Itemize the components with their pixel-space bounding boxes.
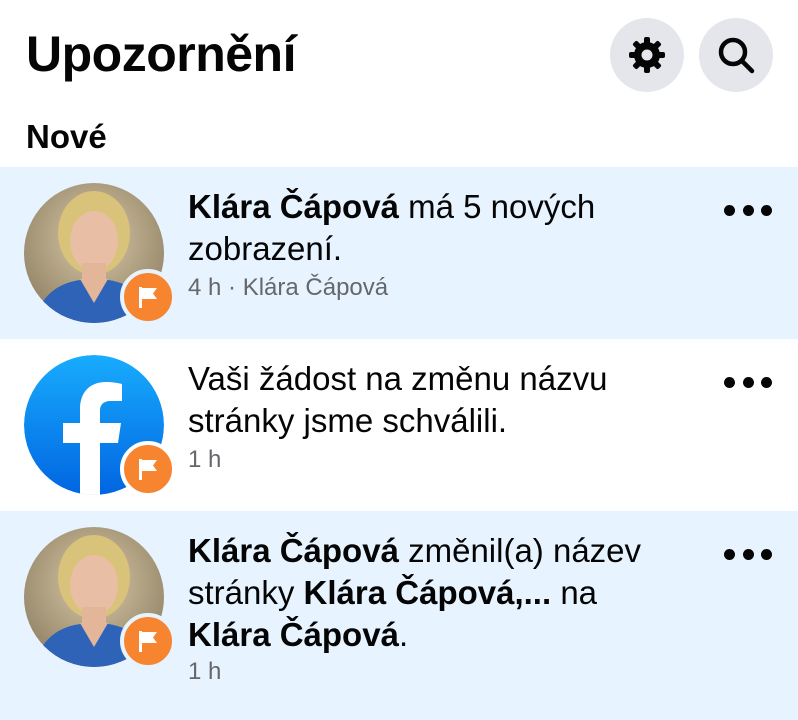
notification-time: 1 h [188, 658, 222, 685]
notification-actor-name: Klára Čápová [188, 188, 399, 225]
more-icon-dot [761, 204, 772, 216]
notification-text: Vaši žádost na změnu názvu stránky jsme … [188, 360, 608, 439]
more-icon-dot [761, 548, 772, 560]
avatar [24, 355, 176, 497]
flag-icon [139, 631, 157, 652]
avatar [24, 527, 176, 669]
page-badge [120, 441, 176, 497]
notification-actor-name: Klára Čápová [188, 532, 399, 569]
more-icon-dot [761, 376, 772, 388]
more-icon-dot [724, 548, 735, 560]
notification-text: Klára Čápová změnil(a) název stránky Klá… [188, 530, 688, 656]
notification-time: 4 h · Klára Čápová [188, 274, 389, 301]
notification-item[interactable]: Klára Čápová má 5 nových zobrazení. 4 h … [0, 167, 798, 339]
page-badge [120, 269, 176, 325]
more-icon-dot [724, 376, 735, 388]
search-button[interactable] [699, 18, 773, 92]
notification-time: 1 h [188, 446, 222, 473]
more-icon-dot [742, 376, 754, 388]
flag-icon [139, 459, 157, 480]
notification-message-part: na [551, 574, 598, 611]
old-page-name: Klára Čápová,... [303, 574, 552, 611]
new-page-name: Klára Čápová [188, 616, 399, 653]
page-badge [120, 613, 176, 669]
more-options-button[interactable] [724, 200, 772, 220]
more-icon-dot [742, 204, 754, 216]
notification-item[interactable]: Vaši žádost na změnu názvu stránky jsme … [0, 339, 798, 511]
flag-icon [139, 287, 157, 308]
notification-text: Klára Čápová má 5 nových zobrazení. [188, 186, 688, 270]
more-icon-dot [742, 548, 754, 560]
more-icon-dot [724, 204, 735, 216]
header: Upozornění [0, 0, 798, 110]
more-options-button[interactable] [724, 372, 772, 392]
page-title: Upozornění [26, 26, 296, 82]
search-icon [718, 37, 755, 74]
notification-item[interactable]: Klára Čápová změnil(a) název stránky Klá… [0, 511, 798, 720]
more-options-button[interactable] [724, 544, 772, 564]
section-label-new: Nové [26, 118, 107, 155]
notification-message-part: . [398, 616, 409, 653]
settings-button[interactable] [610, 18, 684, 92]
gear-icon [629, 37, 665, 73]
avatar [24, 183, 176, 325]
